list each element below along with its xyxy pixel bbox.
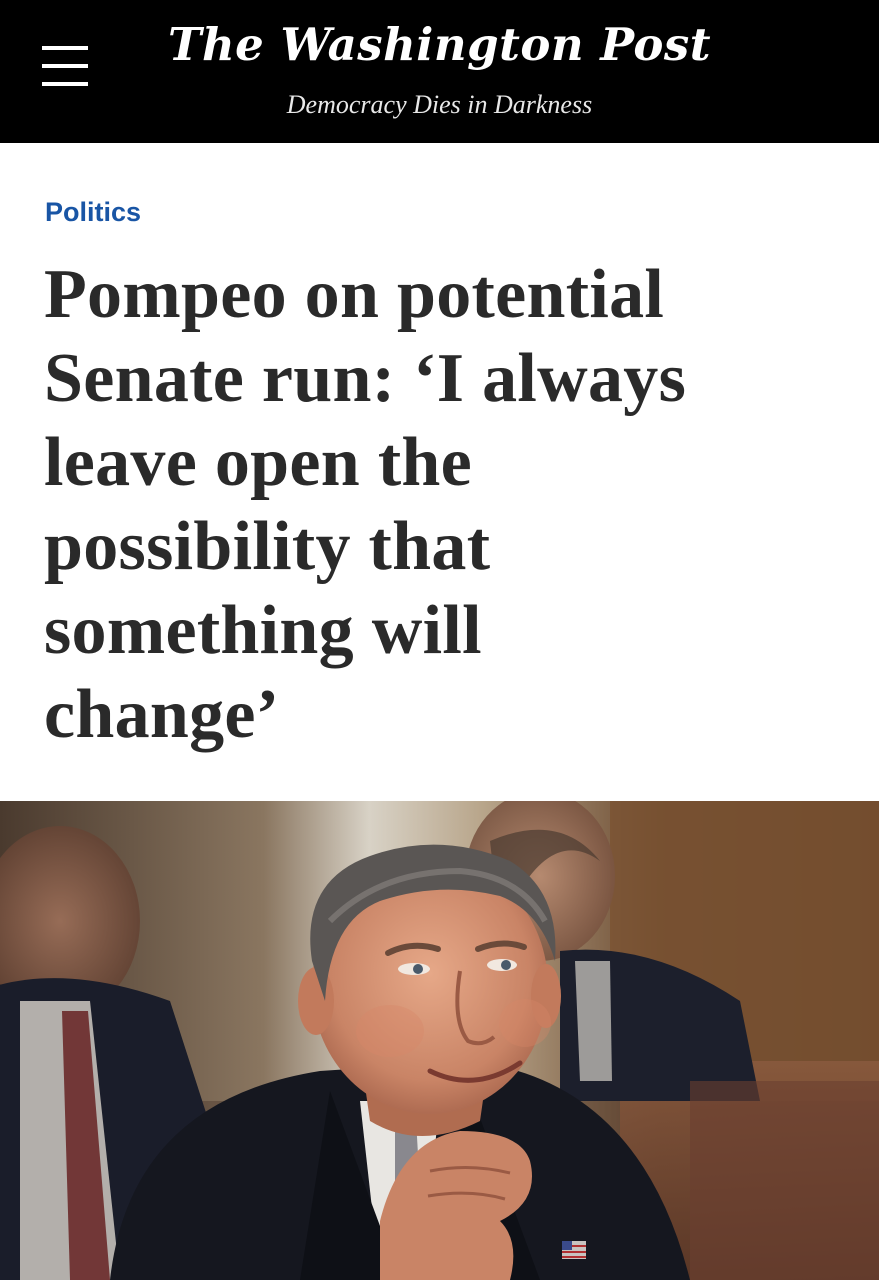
lead-photo-illustration [0,801,879,1280]
article-headline: Pompeo on potential Senate run: ‘I alway… [44,253,834,757]
menu-bar [42,82,88,86]
article-page: The Washington Post Democracy Dies in Da… [0,0,879,1280]
headline-line: something will [44,592,482,669]
section-link-politics[interactable]: Politics [45,193,141,231]
headline-line: change’ [44,676,280,753]
site-logo[interactable]: The Washington Post [0,14,879,76]
headline-line: possibility that [44,508,491,585]
headline-line: leave open the [44,424,473,501]
lead-photo[interactable] [0,801,879,1280]
site-tagline: Democracy Dies in Darkness [286,90,593,119]
masthead: The Washington Post Democracy Dies in Da… [0,0,879,143]
headline-line: Pompeo on potential [44,256,665,333]
headline-line: Senate run: ‘I always [44,340,687,417]
